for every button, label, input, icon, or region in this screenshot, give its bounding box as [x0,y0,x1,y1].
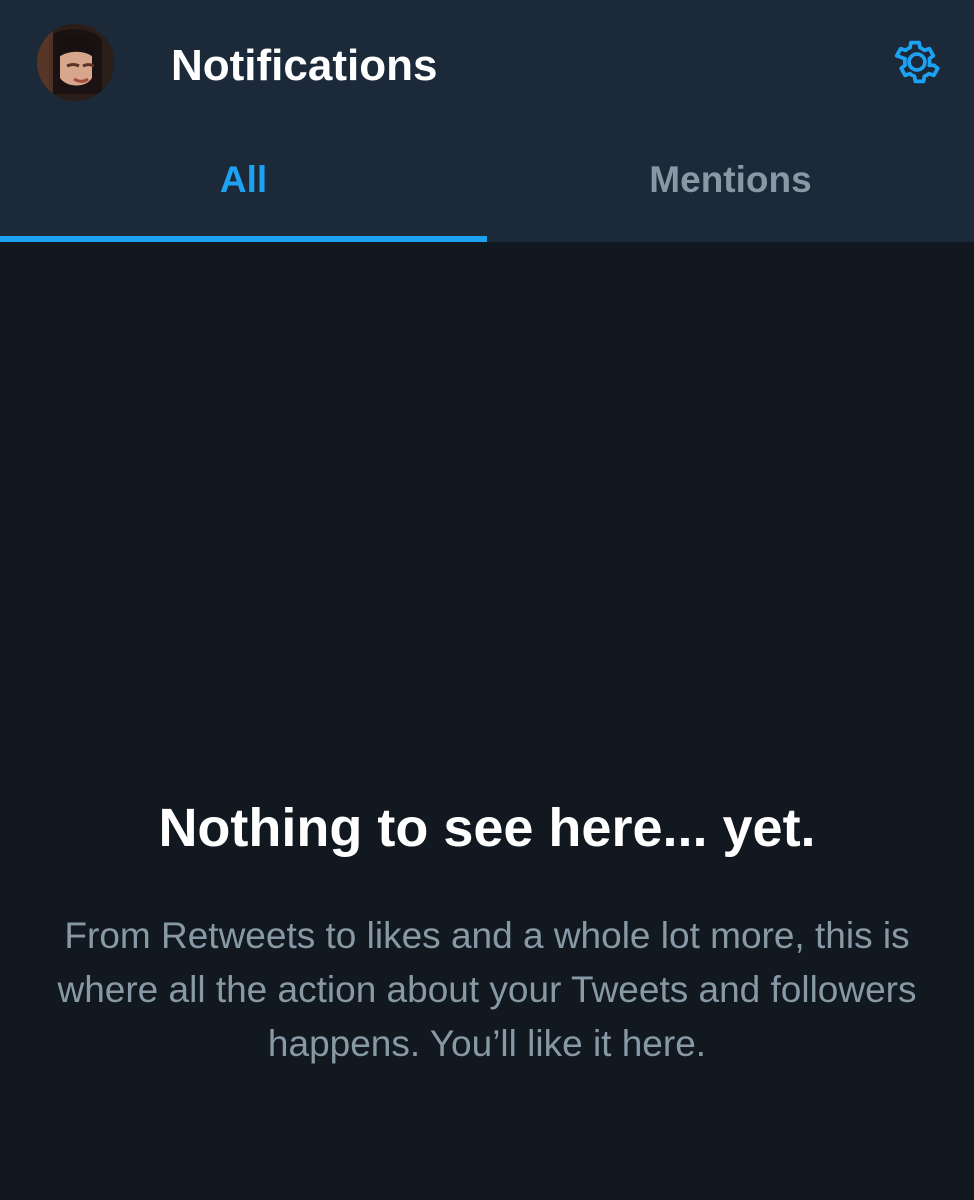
gear-icon [894,40,940,84]
tab-all-label: All [219,159,268,200]
settings-button[interactable] [889,34,945,90]
page-title: Notifications [171,41,438,90]
tab-mentions[interactable]: Mentions [487,130,974,242]
notification-tabs: All Mentions [0,130,974,242]
notifications-screen: Notifications All Mentions Nothing to se… [0,0,974,1200]
empty-state-title: Nothing to see here... yet. [158,798,816,858]
avatar-image [37,24,114,101]
empty-state-description: From Retweets to likes and a whole lot m… [57,915,917,1064]
avatar[interactable] [37,24,114,101]
tab-all[interactable]: All [0,130,487,242]
active-tab-indicator [0,236,487,242]
empty-state: Nothing to see here... yet. From Retweet… [40,795,934,1071]
top-app-bar: Notifications [0,0,974,130]
tab-mentions-label: Mentions [649,159,812,200]
header: Notifications All Mentions [0,0,974,242]
